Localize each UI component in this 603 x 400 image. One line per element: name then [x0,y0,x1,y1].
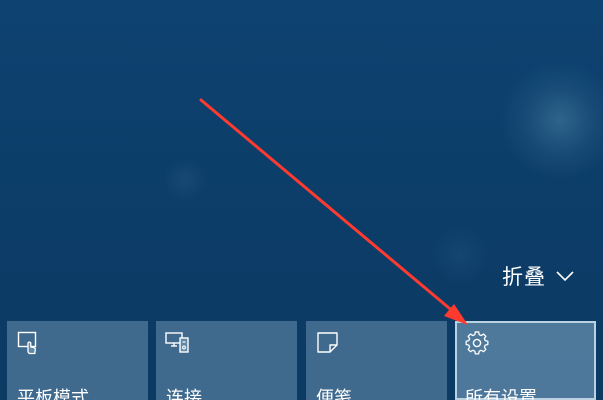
tile-label: 平板模式 [17,388,89,400]
collapse-button[interactable]: 折叠 [502,260,575,292]
tile-note[interactable]: 便笺 [306,321,447,400]
tile-connect[interactable]: 连接 [156,321,297,400]
note-icon [315,330,341,356]
collapse-label: 折叠 [502,265,546,289]
connect-icon [165,330,191,356]
tile-label: 连接 [166,388,202,400]
tile-tablet-mode[interactable]: 平板模式 [7,321,148,400]
chevron-down-icon [555,270,575,282]
tile-label: 便笺 [316,388,352,400]
tile-all-settings[interactable]: 所有设置 [455,321,596,400]
tile-label: 所有设置 [465,388,537,400]
gear-icon [464,330,490,356]
tablet-mode-icon [16,330,42,356]
